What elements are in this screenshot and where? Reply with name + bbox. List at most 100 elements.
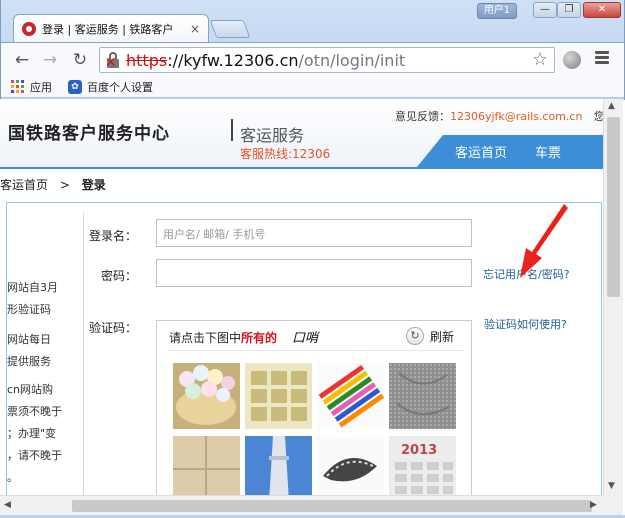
nav-tickets[interactable]: 车票 bbox=[535, 142, 561, 161]
captcha-tile-carpet-image[interactable] bbox=[389, 363, 456, 429]
bookmarks-bar: 应用 ✿ 百度个人设置 bbox=[1, 76, 624, 98]
captcha-tile-bracelet-image[interactable] bbox=[317, 436, 384, 495]
bookmark-label: 百度个人设置 bbox=[87, 80, 153, 94]
extension-globe-icon[interactable] bbox=[563, 51, 581, 69]
breadcrumb-separator: > bbox=[59, 178, 70, 192]
tab-close-icon[interactable]: × bbox=[190, 22, 200, 36]
captcha-divider bbox=[167, 350, 463, 351]
captcha-tile-tower-image[interactable] bbox=[245, 436, 312, 495]
main-nav: 客运首页 车票 bbox=[417, 135, 603, 167]
horizontal-scroll-thumb[interactable] bbox=[72, 500, 592, 512]
bookmark-apps[interactable]: 应用 bbox=[11, 79, 52, 95]
url-path: /otn/login/init bbox=[298, 51, 406, 70]
back-arrow-icon[interactable]: ← bbox=[11, 49, 33, 71]
captcha-prompt: 请点击下图中所有的 bbox=[169, 329, 277, 346]
notice-line: 网站自3月 bbox=[7, 281, 58, 294]
captcha-target-word: 口哨 bbox=[292, 331, 319, 346]
column-divider bbox=[83, 213, 84, 495]
baidu-paw-icon: ✿ bbox=[68, 79, 82, 94]
captcha-tile-crayons-image[interactable] bbox=[317, 363, 384, 429]
captcha-prompt-prefix: 请点击下图中 bbox=[169, 331, 242, 345]
carpet-image bbox=[389, 363, 456, 429]
close-window-button[interactable]: ✕ bbox=[583, 2, 621, 18]
forward-arrow-icon[interactable]: → bbox=[39, 49, 61, 71]
address-bar[interactable]: ✕ https://kyfw.12306.cn/otn/login/init ☆ bbox=[99, 47, 555, 73]
scroll-left-icon[interactable]: ◀ bbox=[4, 500, 11, 510]
password-input[interactable] bbox=[156, 259, 472, 287]
broken-lock-icon[interactable]: ✕ bbox=[105, 52, 120, 71]
web-page: 国铁路客户服务中心 客运服务 客服热线:12306 意见反馈：12306yjfk… bbox=[0, 99, 603, 495]
marshmallows-image bbox=[173, 363, 240, 429]
scroll-right-icon[interactable]: ▶ bbox=[590, 500, 597, 510]
refresh-icon: ↻ bbox=[406, 327, 424, 345]
menu-icon[interactable] bbox=[595, 51, 609, 65]
maximize-button[interactable]: ❐ bbox=[557, 2, 581, 18]
brand-divider bbox=[231, 119, 233, 141]
feedback-info: 意见反馈：12306yjfk@rails.com.cn 您 bbox=[395, 108, 603, 124]
url-protocol: https bbox=[126, 51, 168, 70]
breadcrumb-home[interactable]: 客运首页 bbox=[0, 178, 48, 192]
browser-chrome: 登录 | 客运服务 | 铁路客户 × 用户1 — ❐ ✕ ← → ↻ ✕ htt… bbox=[0, 0, 625, 100]
vertical-scroll-thumb[interactable] bbox=[607, 117, 620, 297]
username-label: 登录名： bbox=[88, 229, 137, 243]
greeting-text: 您 bbox=[593, 110, 603, 123]
tiles-image bbox=[173, 436, 240, 495]
captcha-tile-calendar-2013-image[interactable]: 2013 bbox=[389, 436, 456, 495]
notice-line: cn网站购 bbox=[7, 383, 54, 396]
calendar-image bbox=[245, 363, 312, 429]
vertical-scrollbar[interactable]: ▲ ▼ bbox=[603, 99, 623, 495]
service-hotline: 客服热线:12306 bbox=[240, 147, 331, 161]
url-host: ://kyfw.12306.cn bbox=[167, 51, 299, 70]
scroll-up-icon[interactable]: ▲ bbox=[608, 101, 615, 111]
scroll-down-icon[interactable]: ▼ bbox=[608, 481, 615, 491]
captcha-tile-calendar-image[interactable] bbox=[245, 363, 312, 429]
notice-column: 网站自3月 形验证码 网站每日 提供服务 cn网站购 票须不晚于 ；办理"变 ，… bbox=[7, 203, 83, 495]
notice-line: 票须不晚于 bbox=[7, 405, 62, 418]
feedback-email-link[interactable]: 12306yjfk@rails.com.cn bbox=[450, 110, 582, 123]
notice-line: 。 bbox=[7, 471, 18, 484]
horizontal-scrollbar[interactable]: ◀ ▶ bbox=[0, 495, 603, 515]
browser-toolbar: ← → ↻ ✕ https://kyfw.12306.cn/otn/login/… bbox=[1, 42, 624, 76]
captcha-prompt-highlight: 所有的 bbox=[241, 331, 278, 345]
annotation-arrow-icon bbox=[520, 204, 568, 278]
feedback-label: 意见反馈： bbox=[395, 110, 450, 123]
notice-line: 网站每日 bbox=[7, 333, 51, 346]
bookmark-star-icon[interactable]: ☆ bbox=[532, 49, 548, 70]
site-brand[interactable]: 国铁路客户服务中心 bbox=[8, 119, 170, 144]
crayons-image bbox=[317, 363, 384, 429]
reload-icon[interactable]: ↻ bbox=[69, 49, 91, 71]
notice-line: 形验证码 bbox=[7, 303, 51, 316]
header-divider bbox=[0, 167, 603, 169]
calendar-year-text: 2013 bbox=[401, 443, 437, 458]
captcha-tile-marshmallows-image[interactable] bbox=[173, 363, 240, 429]
minimize-button[interactable]: — bbox=[533, 2, 557, 18]
refresh-label: 刷新 bbox=[430, 329, 455, 344]
bookmark-baidu-settings[interactable]: ✿ 百度个人设置 bbox=[68, 79, 153, 95]
notice-line: ；办理"变 bbox=[7, 427, 57, 440]
username-input[interactable]: 用户名/ 邮箱/ 手机号 bbox=[156, 219, 472, 247]
notice-line bbox=[7, 321, 83, 329]
apps-grid-icon bbox=[11, 80, 24, 93]
tab-title: 登录 | 客运服务 | 铁路客户 bbox=[42, 22, 174, 36]
site-subbrand: 客运服务 bbox=[240, 126, 305, 145]
browser-tab[interactable]: 登录 | 客运服务 | 铁路客户 × bbox=[13, 14, 209, 42]
captcha-tile-tiles-image[interactable] bbox=[173, 436, 240, 495]
breadcrumb: 客运首页 > 登录 bbox=[0, 176, 106, 193]
new-tab-button[interactable] bbox=[209, 20, 251, 38]
profile-button[interactable]: 用户1 bbox=[477, 3, 517, 19]
url-text[interactable]: https://kyfw.12306.cn/otn/login/init bbox=[126, 51, 405, 70]
calendar-2013-image: 2013 bbox=[389, 436, 456, 495]
captcha-help-link[interactable]: 验证码如何使用? bbox=[484, 316, 567, 332]
password-label: 密码： bbox=[100, 269, 137, 283]
notice-line: 提供服务 bbox=[7, 355, 51, 368]
bracelet-image bbox=[317, 436, 384, 495]
login-panel: 网站自3月 形验证码 网站每日 提供服务 cn网站购 票须不晚于 ；办理"变 ，… bbox=[6, 202, 602, 495]
breadcrumb-current: 登录 bbox=[81, 178, 106, 192]
bookmark-label: 应用 bbox=[30, 80, 52, 94]
captcha-box: 请点击下图中所有的 口哨 ↻ 刷新 2013 bbox=[156, 320, 472, 495]
nav-passenger-home[interactable]: 客运首页 bbox=[455, 142, 507, 161]
scrollbar-corner bbox=[603, 495, 623, 515]
site-favicon-icon bbox=[22, 21, 36, 36]
tower-image bbox=[245, 436, 312, 495]
captcha-refresh-button[interactable]: ↻ 刷新 bbox=[406, 327, 454, 345]
